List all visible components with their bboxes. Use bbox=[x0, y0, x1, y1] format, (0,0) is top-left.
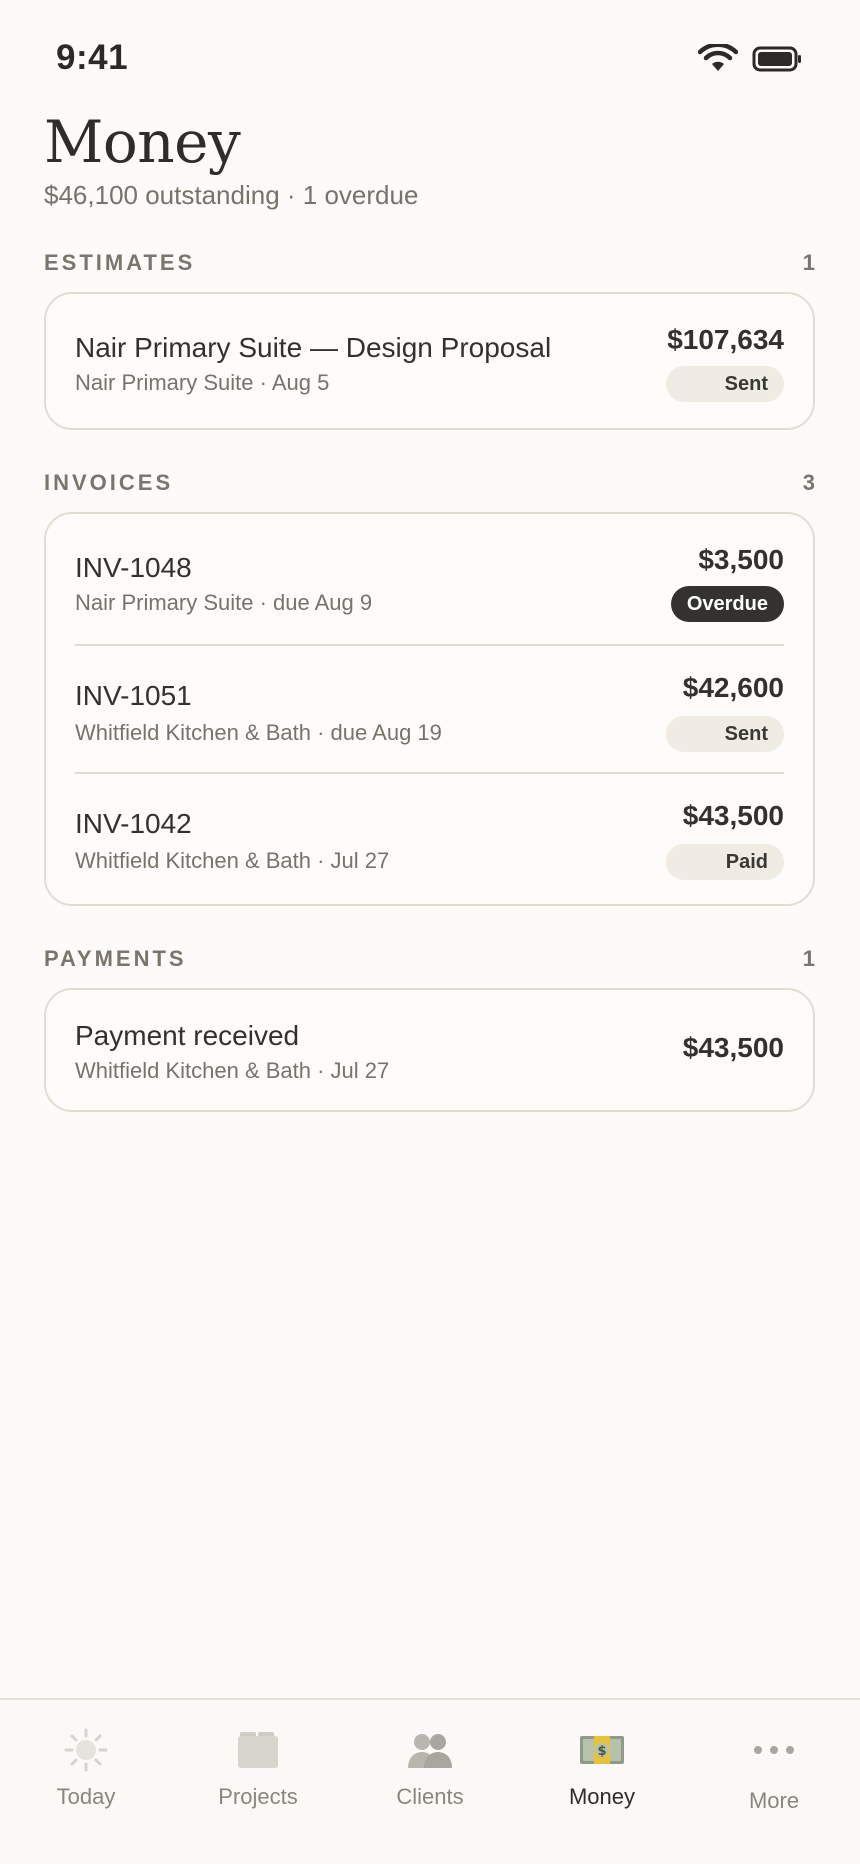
tab-today[interactable]: Today bbox=[0, 1700, 172, 1864]
tab-label: Projects bbox=[218, 1784, 298, 1809]
payments-section-header: PAYMENTS 1 bbox=[44, 946, 815, 972]
tab-label: More bbox=[748, 1788, 800, 1813]
invoice-number: INV-1051 bbox=[75, 680, 192, 711]
tab-bar: Today Projects Clients $ Money More bbox=[0, 1698, 860, 1864]
invoice-amount: $42,600 bbox=[682, 672, 784, 703]
more-icon bbox=[750, 1728, 798, 1772]
invoice-subtitle: Nair Primary Suite · due Aug 9 bbox=[75, 590, 373, 615]
invoice-amount: $43,500 bbox=[682, 800, 784, 831]
status-icons bbox=[697, 42, 802, 79]
payment-subtitle: Whitfield Kitchen & Bath · Jul 27 bbox=[75, 1058, 390, 1083]
tab-money[interactable]: $ Money bbox=[516, 1700, 688, 1864]
tab-label: Today bbox=[56, 1784, 116, 1809]
estimates-card: Nair Primary Suite — Design Proposal Nai… bbox=[44, 292, 815, 430]
page-subtitle: $46,100 outstanding · 1 overdue bbox=[44, 180, 419, 210]
invoices-card: INV-1048 Nair Primary Suite · due Aug 9 … bbox=[44, 512, 815, 906]
estimate-amount: $107,634 bbox=[667, 324, 784, 355]
section-count: 1 bbox=[802, 946, 815, 971]
estimate-subtitle: Nair Primary Suite · Aug 5 bbox=[75, 370, 330, 395]
section-count: 3 bbox=[802, 470, 815, 495]
tab-projects[interactable]: Projects bbox=[172, 1700, 344, 1864]
estimate-title: Nair Primary Suite — Design Proposal bbox=[75, 332, 552, 363]
svg-text:$: $ bbox=[597, 1744, 606, 1759]
money-screen: 9:41 Money $46,100 outstanding · 1 overd… bbox=[0, 0, 860, 1864]
invoices-section-header: INVOICES 3 bbox=[44, 470, 815, 496]
invoice-number: INV-1042 bbox=[75, 808, 192, 839]
payment-title: Payment received bbox=[75, 1020, 300, 1051]
status-bar: 9:41 bbox=[0, 0, 860, 110]
status-time: 9:41 bbox=[56, 38, 129, 77]
section-title: ESTIMATES bbox=[44, 250, 196, 275]
payments-card: Payment received Whitfield Kitchen & Bat… bbox=[44, 988, 815, 1112]
folder-icon bbox=[234, 1728, 282, 1772]
battery-icon bbox=[752, 46, 802, 77]
status-badge: Sent bbox=[666, 366, 784, 402]
tab-label: Clients bbox=[396, 1784, 464, 1809]
invoice-row[interactable]: INV-1042 Whitfield Kitchen & Bath · Jul … bbox=[75, 772, 784, 900]
status-badge: Overdue bbox=[670, 586, 784, 622]
invoice-row[interactable]: INV-1051 Whitfield Kitchen & Bath · due … bbox=[75, 644, 784, 772]
invoice-amount: $3,500 bbox=[698, 544, 784, 575]
sun-icon bbox=[62, 1728, 110, 1772]
status-badge: Sent bbox=[666, 716, 784, 752]
tab-more[interactable]: More bbox=[688, 1700, 860, 1864]
wifi-icon bbox=[697, 42, 739, 79]
invoice-subtitle: Whitfield Kitchen & Bath · Jul 27 bbox=[75, 848, 390, 873]
payment-row[interactable]: Payment received Whitfield Kitchen & Bat… bbox=[46, 990, 813, 1110]
estimates-section-header: ESTIMATES 1 bbox=[44, 250, 815, 276]
tab-label: Money bbox=[568, 1784, 636, 1809]
invoice-subtitle: Whitfield Kitchen & Bath · due Aug 19 bbox=[75, 720, 442, 745]
tab-clients[interactable]: Clients bbox=[344, 1700, 516, 1864]
section-title: PAYMENTS bbox=[44, 946, 187, 971]
section-count: 1 bbox=[802, 250, 815, 275]
people-icon bbox=[406, 1728, 454, 1772]
payment-amount: $43,500 bbox=[682, 1032, 784, 1063]
invoice-row[interactable]: INV-1048 Nair Primary Suite · due Aug 9 … bbox=[46, 514, 813, 644]
money-icon: $ bbox=[578, 1728, 626, 1772]
status-badge: Paid bbox=[666, 844, 784, 880]
estimate-row[interactable]: Nair Primary Suite — Design Proposal Nai… bbox=[46, 294, 813, 428]
section-title: INVOICES bbox=[44, 470, 174, 495]
page-title: Money bbox=[44, 108, 241, 176]
invoice-number: INV-1048 bbox=[75, 552, 192, 583]
